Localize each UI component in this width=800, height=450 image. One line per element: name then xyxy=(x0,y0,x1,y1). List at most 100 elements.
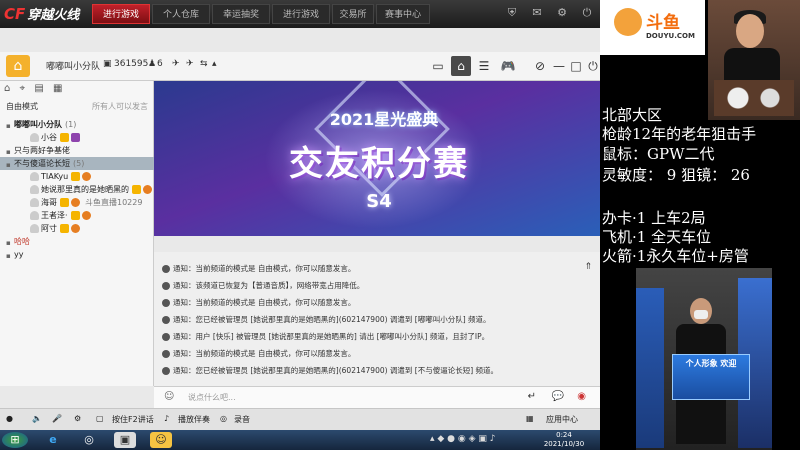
gift-icon[interactable]: ◉ xyxy=(577,391,586,402)
app-center-label[interactable]: 应用中心 xyxy=(546,414,578,425)
chat-input[interactable]: 说点什么吧... xyxy=(188,392,236,403)
tree-item-label: 王者泽· xyxy=(41,211,68,220)
shield-icon[interactable]: ⛨ xyxy=(505,6,519,20)
streamer-webcam xyxy=(708,0,800,120)
tree-item-count: (5) xyxy=(73,159,85,168)
crown-icon xyxy=(70,211,80,220)
gamepad-icon[interactable]: 🎮 xyxy=(498,56,518,76)
chat-bubble-icon[interactable]: 💬 xyxy=(552,391,564,402)
more-icon[interactable]: ▴ xyxy=(212,59,217,69)
channel-expand-icon[interactable]: ▪ xyxy=(6,250,12,260)
nav-tab-trade[interactable]: 交易所 xyxy=(332,4,374,24)
tree-item-label: yy xyxy=(14,250,24,259)
record-label[interactable]: 录音 xyxy=(234,414,250,425)
home-tab-icon[interactable]: ⌂ xyxy=(451,56,471,76)
home-icon[interactable]: ⌂ xyxy=(6,55,30,77)
rank-badge-icon xyxy=(71,198,80,207)
photo-mask xyxy=(694,310,708,319)
tray-icons[interactable]: ▴ ◆ ● ◉ ◈ ▣ ♪ xyxy=(430,434,495,444)
channel-expand-icon[interactable]: ▪ xyxy=(6,120,12,130)
music-icon[interactable]: ♪ xyxy=(164,414,169,423)
nav-tab-events[interactable]: 赛事中心 xyxy=(376,4,430,24)
nav-tab-lottery[interactable]: 幸运抽奖 xyxy=(212,4,270,24)
start-button[interactable]: ⊞ xyxy=(2,432,28,448)
emoji-icon[interactable]: ☺ xyxy=(164,391,174,402)
user-icon xyxy=(30,172,39,181)
video-icon[interactable]: ▭ xyxy=(428,56,448,76)
scroll-up-icon[interactable]: ⇑ xyxy=(584,262,592,272)
notice-icon xyxy=(162,282,170,290)
channel-tree-item[interactable]: ▪ yy xyxy=(0,248,159,261)
media-icon[interactable]: ◎ xyxy=(78,432,100,448)
chat-app-icon[interactable]: ☺ xyxy=(150,432,172,448)
nav-tab-game[interactable]: 进行游戏 xyxy=(272,4,330,24)
channel-tree-item[interactable]: ▪ 只与两好争基佬 xyxy=(0,144,159,157)
nav-tab-warehouse[interactable]: 个人仓库 xyxy=(152,4,210,24)
cf-logo[interactable]: CF 穿越火线 xyxy=(4,3,88,25)
poster-text: 个人形象 欢迎 xyxy=(685,359,737,368)
crown-icon xyxy=(60,133,69,142)
channel-tree-item[interactable]: ▪ 哈哈 xyxy=(0,235,159,248)
clock-date: 2021/10/30 xyxy=(543,440,585,448)
avatar[interactable]: ● xyxy=(6,414,13,423)
message-text: 通知：当前频道的模式是 自由模式，你可以随意发言。 xyxy=(173,264,356,273)
power-icon[interactable]: ⏻ xyxy=(580,6,594,20)
settings-icon[interactable]: ⚙ xyxy=(74,414,81,423)
plane2-icon[interactable]: ✈ xyxy=(186,59,194,69)
gear-icon[interactable]: ⚙ xyxy=(555,6,569,20)
message-text: 通知：用户 [快乐] 被管理员 [她说那里真的是她晒黑的] 请出 [嘟嘟叫小分队… xyxy=(173,332,490,341)
rank-badge-icon xyxy=(71,224,80,233)
mic-icon[interactable]: 🎤 xyxy=(52,414,62,423)
tool-home-icon[interactable]: ⌂ xyxy=(4,83,10,94)
user-icon xyxy=(30,133,39,142)
tool-location-icon[interactable]: ⌖ xyxy=(20,83,26,94)
channel-expand-icon[interactable]: ▪ xyxy=(6,146,12,156)
plane-icon[interactable]: ✈ xyxy=(172,59,180,69)
chat-input-bar[interactable]: ☺ 说点什么吧... ↵ 💬 ◉ xyxy=(154,386,600,409)
tree-item-count: (1) xyxy=(65,120,77,129)
channel-tree-item[interactable]: ▪ 不与傻逼论长短 (5) xyxy=(0,157,159,170)
tree-item-label: 只与两好争基佬 xyxy=(14,146,70,155)
tool-card-icon[interactable]: ▦ xyxy=(53,83,62,94)
member-count: 6 xyxy=(157,59,163,69)
accompany-label[interactable]: 播放伴奏 xyxy=(178,414,210,425)
mode-label: 自由模式 xyxy=(6,102,38,111)
grid-icon[interactable]: ▦ xyxy=(526,414,534,423)
streamer-info-line: 办卡·1 上车2局 xyxy=(602,209,706,227)
banner-season: S4 xyxy=(366,191,392,212)
close-icon[interactable]: ⏻ xyxy=(583,56,600,76)
notice-icon xyxy=(162,333,170,341)
rank-badge-icon xyxy=(71,133,80,142)
channel-expand-icon[interactable]: ▪ xyxy=(6,237,12,247)
message-text: 通知：您已经被管理员 [她说那里真的是她晒黑的](602147900) 调遣到 … xyxy=(173,366,499,375)
notice-icon xyxy=(162,265,170,273)
douyu-logo: 斗鱼 DOUYU.COM xyxy=(600,0,705,55)
streamer-info-line: 北部大区 xyxy=(602,106,663,124)
clock-time: 0:24 xyxy=(556,431,572,439)
nav-tab-play[interactable]: 进行游戏 xyxy=(92,4,150,24)
message-item: 通知：当前频道的模式是 自由模式，你可以随意发言。 xyxy=(162,296,355,309)
system-clock[interactable]: 0:24 2021/10/30 xyxy=(534,431,594,449)
event-banner[interactable]: 2021星光盛典 交友积分赛 S4 xyxy=(154,81,600,236)
push-to-talk-label[interactable]: 按住F2讲话 xyxy=(112,414,154,425)
message-item: 通知：用户 [快乐] 被管理员 [她说那里真的是她晒黑的] 请出 [嘟嘟叫小分队… xyxy=(162,330,489,343)
send-icon[interactable]: ↵ xyxy=(528,391,536,402)
douyu-url: DOUYU.COM xyxy=(646,32,695,40)
share-icon[interactable]: ⇆ xyxy=(200,59,208,69)
message-text: 通知：当前频道的模式是 自由模式，你可以随意发言。 xyxy=(173,298,356,307)
channel-tree-panel: ⌂ ⌖ ▤ ▦ 自由模式 所有人可以发言 ▪ 嘟嘟叫小分队 (1) 小谷 ▪ 只与两好争基… xyxy=(0,81,159,386)
tool-list-icon[interactable]: ▤ xyxy=(34,83,43,94)
channel-tree-item[interactable]: ▪ 嘟嘟叫小分队 (1) xyxy=(0,118,159,131)
rank-badge-icon xyxy=(82,172,92,181)
message-text: 通知：当前频道的模式是 自由模式，你可以随意发言。 xyxy=(173,349,356,358)
streamer-info-line: 灵敏度： 9 狙镜： 26 xyxy=(602,166,750,184)
window-icon[interactable]: ▣ xyxy=(114,432,136,448)
ie-icon[interactable]: e xyxy=(42,432,64,448)
mute-icon[interactable]: ⊘ xyxy=(530,56,550,76)
channel-expand-icon[interactable]: ▪ xyxy=(6,159,12,169)
room-id-icon: ▣ xyxy=(103,59,112,69)
speaker-icon[interactable]: 🔈 xyxy=(32,414,42,423)
record-icon[interactable]: ◎ xyxy=(220,414,227,423)
mail-icon[interactable]: ✉ xyxy=(530,6,544,20)
list-icon[interactable]: ☰ xyxy=(474,56,494,76)
